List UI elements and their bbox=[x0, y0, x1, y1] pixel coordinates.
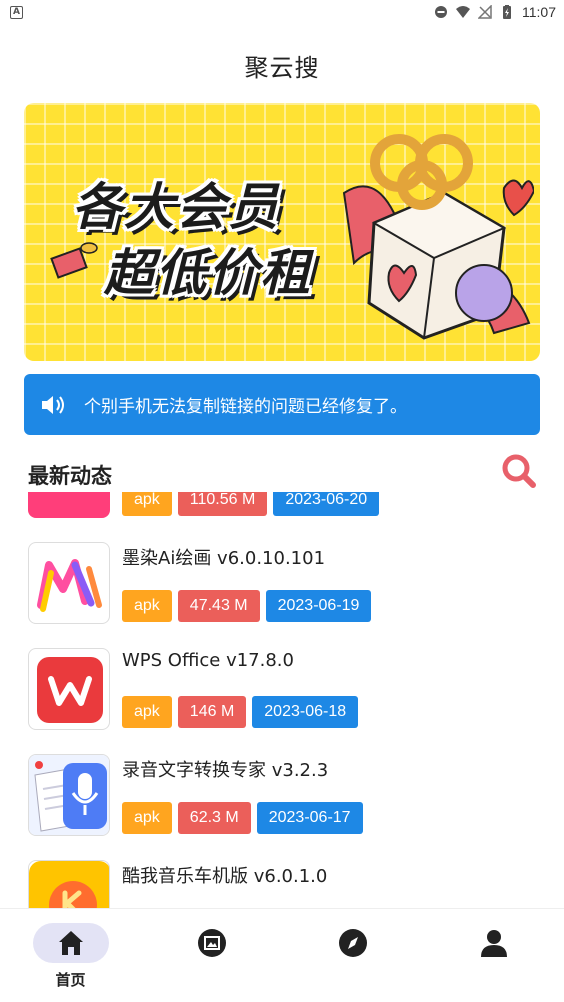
nav-home[interactable]: 首页 bbox=[0, 909, 141, 1002]
file-type-tag: apk bbox=[122, 696, 172, 728]
list-item[interactable]: apk 110.56 M 2023-06-20 bbox=[0, 492, 564, 542]
announcement-text: 个别手机无法复制链接的问题已经修复了。 bbox=[84, 397, 407, 417]
nav-home-label: 首页 bbox=[55, 971, 86, 989]
date-tag: 2023-06-17 bbox=[256, 802, 363, 834]
file-type-tag: apk bbox=[122, 802, 172, 834]
app-list[interactable]: apk 110.56 M 2023-06-20 墨染Ai绘画 v6.0.10.1… bbox=[0, 492, 564, 908]
search-icon[interactable] bbox=[500, 452, 538, 490]
app-name: 录音文字转换专家 v3.2.3 bbox=[122, 760, 329, 781]
promo-banner[interactable]: 各大会员 超低价租 bbox=[24, 103, 540, 361]
coin-decoration bbox=[50, 242, 98, 279]
moran-ai-icon bbox=[28, 542, 110, 624]
date-tag: 2023-06-18 bbox=[252, 696, 359, 728]
banner-subheadline: 超低价租 bbox=[104, 244, 312, 302]
list-item[interactable]: 录音文字转换专家 v3.2.3 apk 62.3 M 2023-06-17 bbox=[0, 754, 564, 860]
file-type-tag: apk bbox=[122, 492, 172, 516]
speaker-icon bbox=[42, 395, 64, 414]
nav-discover[interactable] bbox=[282, 909, 423, 1002]
user-icon bbox=[481, 930, 507, 957]
section-title: 最新动态 bbox=[28, 464, 112, 488]
list-item[interactable]: 酷我音乐车机版 v6.0.1.0 bbox=[0, 860, 564, 908]
status-bar: A 11:07 bbox=[0, 0, 564, 24]
list-item[interactable]: 墨染Ai绘画 v6.0.10.101 apk 47.43 M 2023-06-1… bbox=[0, 542, 564, 648]
kuwo-icon bbox=[28, 860, 110, 908]
home-icon bbox=[59, 931, 83, 955]
app-name: WPS Office v17.8.0 bbox=[122, 650, 294, 671]
no-signal-icon bbox=[478, 5, 492, 19]
app-name: 墨染Ai绘画 v6.0.10.101 bbox=[122, 548, 326, 569]
wifi-icon bbox=[456, 6, 470, 18]
app-name: 酷我音乐车机版 v6.0.1.0 bbox=[122, 866, 328, 887]
date-tag: 2023-06-20 bbox=[273, 492, 380, 516]
file-size-tag: 47.43 M bbox=[177, 590, 260, 622]
gallery-icon bbox=[198, 929, 226, 957]
nav-profile[interactable] bbox=[423, 909, 564, 1002]
compass-icon bbox=[339, 929, 367, 957]
gift-box-illustration bbox=[342, 134, 534, 340]
recorder-icon bbox=[28, 754, 110, 836]
nav-category[interactable] bbox=[141, 909, 282, 1002]
file-size-tag: 62.3 M bbox=[177, 802, 251, 834]
notification-a-icon: A bbox=[10, 5, 23, 19]
wps-icon bbox=[28, 648, 110, 730]
battery-icon bbox=[503, 5, 511, 19]
file-size-tag: 146 M bbox=[177, 696, 247, 728]
file-type-tag: apk bbox=[122, 590, 172, 622]
pink-app-icon bbox=[28, 492, 110, 518]
file-size-tag: 110.56 M bbox=[177, 492, 268, 516]
date-tag: 2023-06-19 bbox=[265, 590, 372, 622]
bottom-navigation: 首页 bbox=[0, 908, 564, 1002]
page-title: 聚云搜 bbox=[244, 54, 320, 82]
announcement-bar[interactable]: 个别手机无法复制链接的问题已经修复了。 bbox=[24, 374, 540, 435]
banner-headline: 各大会员 bbox=[72, 178, 280, 236]
clock: 11:07 bbox=[522, 4, 556, 20]
list-item[interactable]: WPS Office v17.8.0 apk 146 M 2023-06-18 bbox=[0, 648, 564, 754]
do-not-disturb-icon bbox=[435, 6, 447, 18]
